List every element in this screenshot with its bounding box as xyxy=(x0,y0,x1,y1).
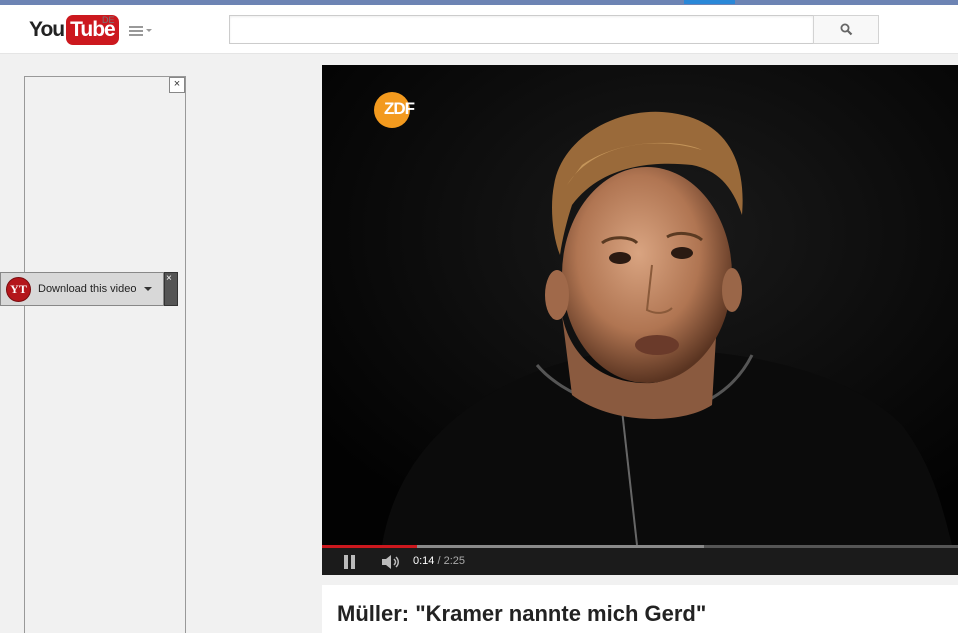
download-video-button[interactable]: YT Download this video xyxy=(0,272,164,306)
masthead: You Tube DE xyxy=(0,5,958,54)
download-label: Download this video xyxy=(38,283,137,295)
search-icon xyxy=(840,23,852,36)
volume-icon xyxy=(382,555,399,569)
video-player[interactable]: ZDF xyxy=(322,65,958,545)
search-input[interactable] xyxy=(229,15,814,44)
time-display: 0:14 / 2:25 xyxy=(413,555,465,567)
video-info-card: Müller: "Kramer nannte mich Gerd" xyxy=(322,585,958,633)
duration: 2:25 xyxy=(443,555,466,567)
current-time: 0:14 xyxy=(413,555,435,567)
download-close-button[interactable]: × xyxy=(166,274,172,284)
pause-icon xyxy=(344,555,348,569)
search-button[interactable] xyxy=(813,15,879,44)
top-accent-segment xyxy=(684,0,735,4)
guide-menu-icon[interactable] xyxy=(129,24,155,38)
ad-panel xyxy=(24,76,186,633)
logo-you: You xyxy=(29,18,65,41)
chevron-down-icon xyxy=(144,287,153,291)
pause-button[interactable] xyxy=(343,555,357,569)
video-title: Müller: "Kramer nannte mich Gerd" xyxy=(337,601,707,626)
time-separator: / xyxy=(434,555,444,567)
ad-close-button[interactable]: × xyxy=(169,77,185,93)
country-code: DE xyxy=(102,15,115,25)
volume-button[interactable] xyxy=(381,554,401,570)
downloader-logo-icon: YT xyxy=(6,276,31,302)
player-controls: 0:14 / 2:25 xyxy=(322,548,958,575)
youtube-logo[interactable]: You Tube DE xyxy=(29,14,119,46)
video-frame xyxy=(322,65,958,545)
zdf-watermark: ZDF xyxy=(384,99,415,118)
